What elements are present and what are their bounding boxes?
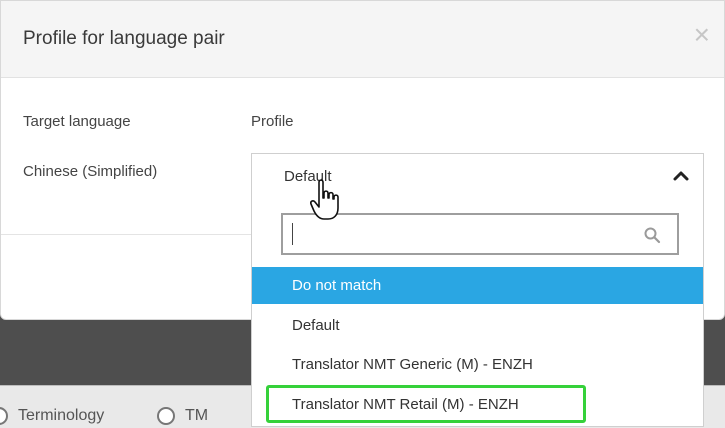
- search-icon: [644, 227, 661, 244]
- radio-circle-icon: [0, 407, 8, 425]
- option-do-not-match[interactable]: Do not match: [252, 267, 703, 304]
- profile-dropdown: Do not match Default Translator NMT Gene…: [251, 197, 704, 427]
- radio-label: TM: [185, 407, 209, 424]
- text-caret: [292, 223, 293, 245]
- radio-label: Terminology: [18, 407, 105, 424]
- dialog-title: Profile for language pair: [23, 28, 225, 49]
- header-profile: Profile: [251, 113, 294, 130]
- option-default[interactable]: Default: [252, 307, 703, 344]
- dialog-header: Profile for language pair ×: [1, 1, 724, 78]
- radio-tm[interactable]: TM: [157, 407, 208, 425]
- cursor-hand-icon: [310, 179, 339, 220]
- option-nmt-retail[interactable]: Translator NMT Retail (M) - ENZH: [252, 386, 703, 423]
- header-target-language: Target language: [23, 113, 131, 130]
- target-language-name: Chinese (Simplified): [23, 163, 158, 180]
- radio-circle-icon: [157, 407, 175, 425]
- radio-terminology[interactable]: Terminology: [0, 407, 104, 425]
- divider: [1, 234, 253, 235]
- close-icon[interactable]: ×: [694, 21, 710, 49]
- chevron-up-icon[interactable]: [671, 166, 691, 186]
- option-nmt-generic[interactable]: Translator NMT Generic (M) - ENZH: [252, 346, 703, 383]
